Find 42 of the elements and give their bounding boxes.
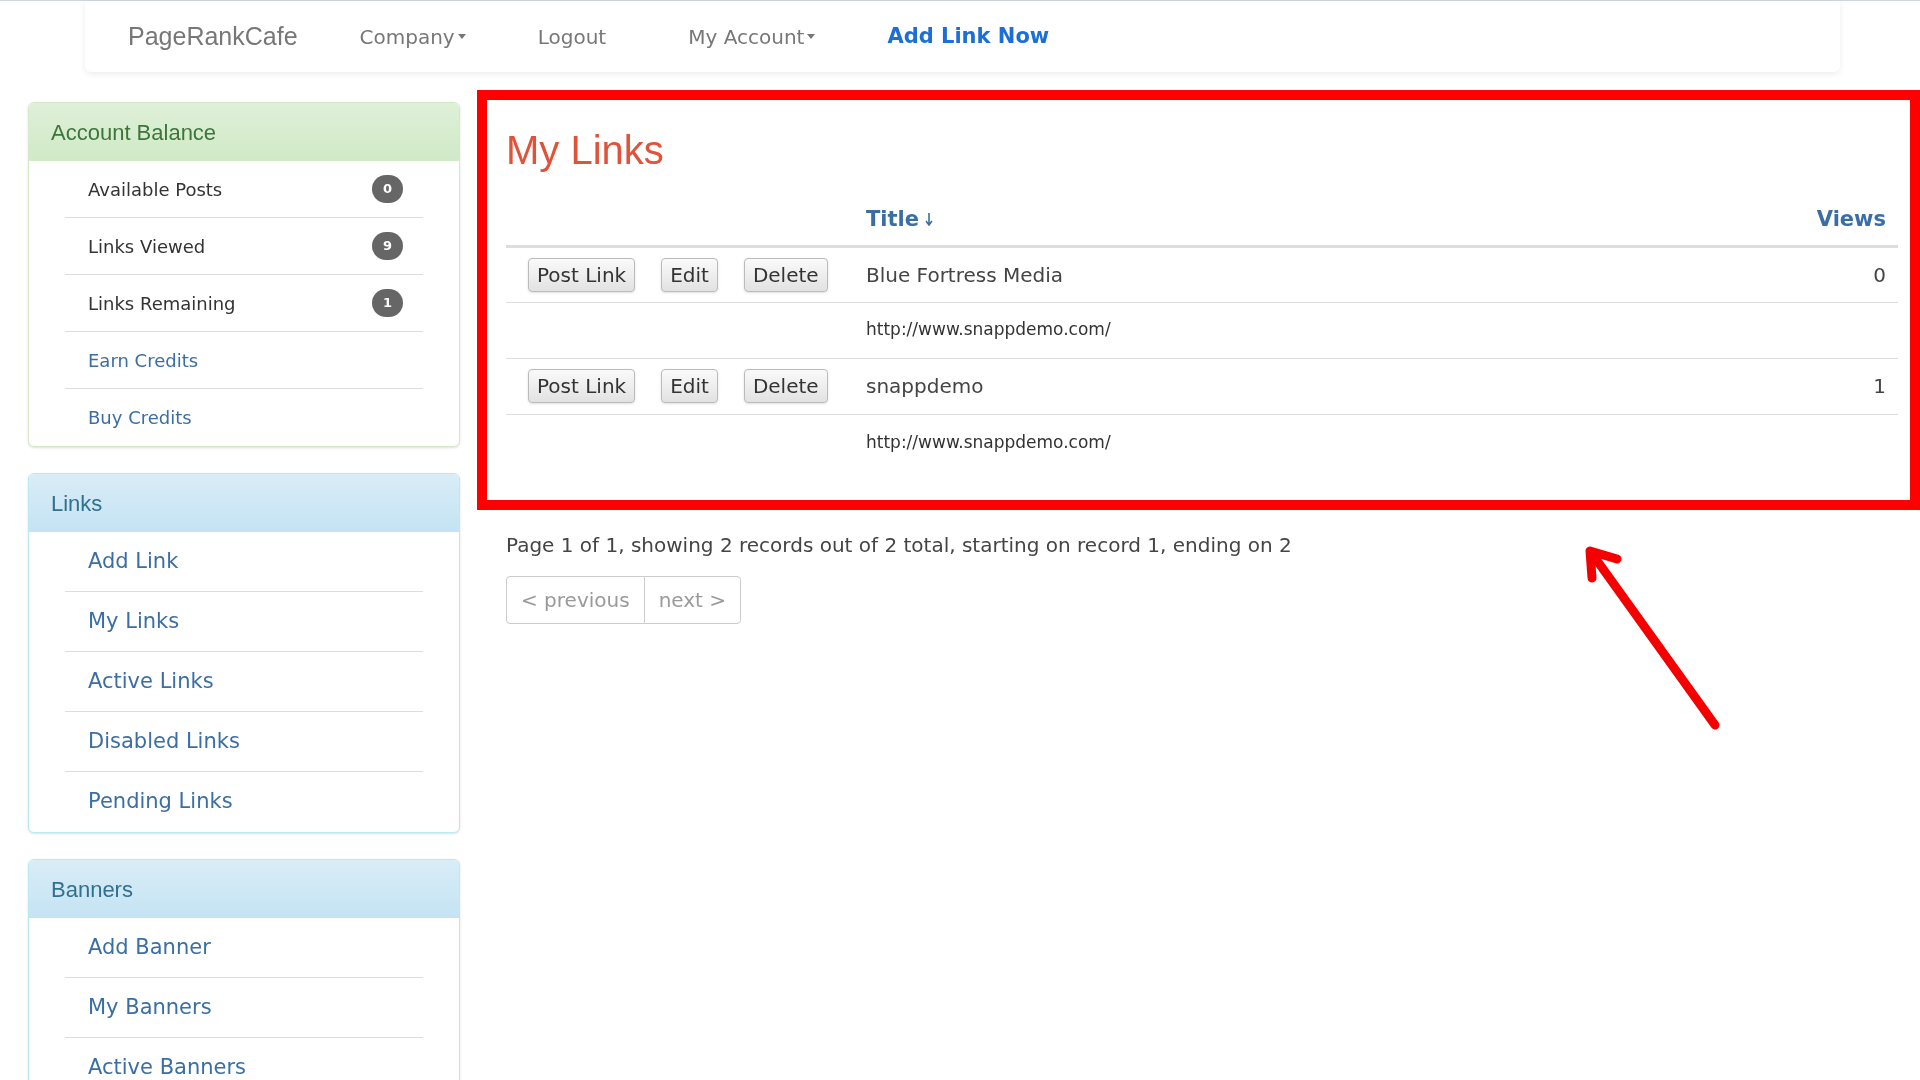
count-badge: 0 [372, 175, 403, 203]
stat-label: Links Remaining [88, 291, 236, 316]
dropdown-menu[interactable]: Company [359, 21, 466, 52]
sidebar-link[interactable]: Pending Links [88, 786, 233, 818]
row-action-button[interactable]: Delete [743, 369, 828, 403]
caret-icon [807, 34, 816, 39]
panel-header: Banners [29, 860, 459, 918]
row-action-button[interactable]: Delete [743, 257, 828, 292]
caret-icon [457, 34, 466, 39]
sidebar-link[interactable]: Disabled Links [88, 725, 240, 758]
count-badge: 9 [372, 232, 403, 260]
sidebar-link[interactable]: Active Banners [88, 1052, 247, 1080]
view-count: 0 [1640, 246, 1898, 302]
panel-header: Account Balance [29, 103, 459, 161]
link-url: http://www.snappdemo.com/ [866, 414, 1641, 470]
page-heading: My Links [506, 127, 665, 174]
nav-link[interactable]: Logout [537, 21, 607, 52]
pagination-summary: Page 1 of 1, showing 2 records out of 2 total, starting on record 1, ending on 2 [506, 532, 1293, 559]
row-action-button[interactable]: Edit [661, 369, 718, 403]
link-title: Blue Fortress Media [866, 246, 1641, 302]
sidebar-link[interactable]: Earn Credits [88, 346, 199, 374]
column-header[interactable]: Views [1816, 203, 1886, 235]
link-url: http://www.snappdemo.com/ [866, 302, 1641, 358]
view-count: 1 [1640, 358, 1898, 414]
row-action-button[interactable]: Post Link [528, 369, 636, 403]
stat-label: Links Viewed [88, 234, 206, 259]
count-badge: 1 [372, 289, 403, 317]
sidebar-link[interactable]: Active Links [88, 665, 214, 698]
stat-label: Available Posts [88, 177, 223, 202]
link-title: snappdemo [866, 358, 1641, 414]
panel-header: Links [29, 474, 459, 532]
add-link-button[interactable]: Add Link Now [887, 20, 1050, 53]
brand-link[interactable]: PageRankCafe [128, 17, 298, 56]
row-action-button[interactable]: Edit [661, 257, 718, 292]
sidebar-link[interactable]: Add Banner [88, 931, 211, 964]
sidebar-link[interactable]: Add Link [88, 545, 179, 578]
row-action-button[interactable]: Post Link [528, 257, 636, 292]
sidebar-link[interactable]: Buy Credits [88, 404, 192, 431]
dropdown-menu[interactable]: My Account [688, 21, 816, 52]
column-header[interactable]: Title [866, 203, 933, 235]
sidebar-link[interactable]: My Banners [88, 991, 212, 1024]
sidebar-link[interactable]: My Links [88, 605, 180, 638]
